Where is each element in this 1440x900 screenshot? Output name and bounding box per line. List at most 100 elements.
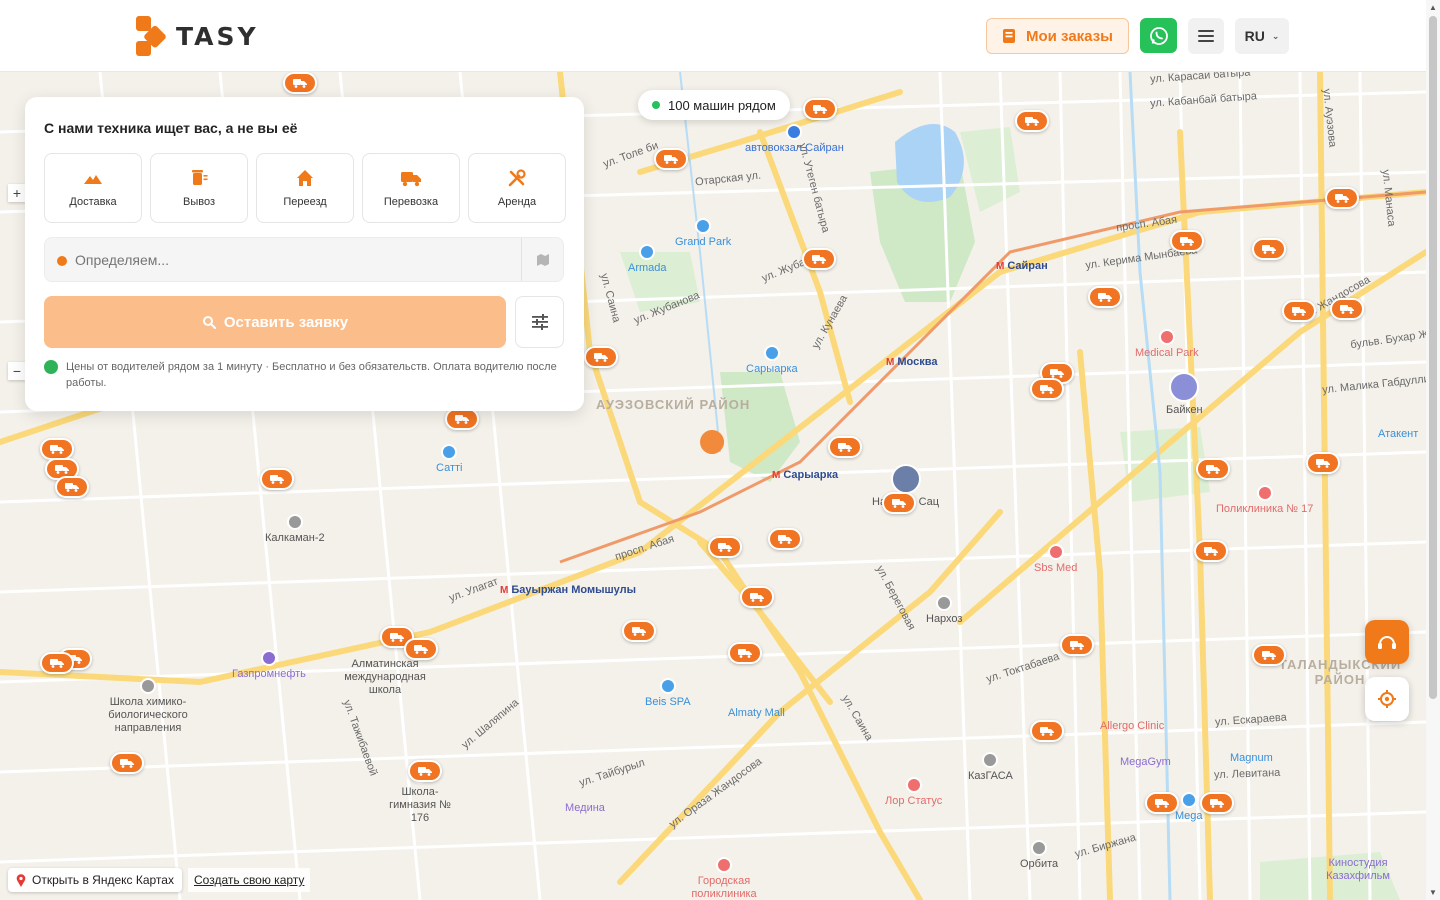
poi-clinic[interactable]: Медина <box>565 802 605 815</box>
locate-me-button[interactable] <box>1365 677 1409 721</box>
vehicle-marker[interactable] <box>1325 187 1359 209</box>
vehicle-marker[interactable] <box>740 586 774 608</box>
scrollbar-thumb[interactable] <box>1429 16 1437 699</box>
vehicle-marker[interactable] <box>584 346 618 368</box>
poi-school[interactable]: Алматинская международная школа <box>330 658 440 697</box>
truck-icon <box>1050 369 1064 378</box>
vehicle-marker[interactable] <box>768 528 802 550</box>
address-field[interactable] <box>44 237 564 282</box>
truck-icon <box>1292 307 1306 316</box>
vehicle-marker[interactable] <box>654 148 688 170</box>
address-input[interactable] <box>75 238 515 281</box>
vehicle-marker[interactable] <box>1200 792 1234 814</box>
vehicle-marker[interactable] <box>1194 540 1228 562</box>
poi-landmark[interactable]: Байкен <box>1166 372 1203 417</box>
metro-station[interactable]: Сарыарка <box>772 469 838 481</box>
poi-university[interactable]: КазГАСА <box>968 752 1013 783</box>
vehicle-marker[interactable] <box>1282 300 1316 322</box>
vehicle-marker[interactable] <box>110 752 144 774</box>
create-map-link[interactable]: Создать свою карту <box>188 868 311 892</box>
vehicle-marker[interactable] <box>40 438 74 460</box>
vehicle-marker[interactable] <box>40 652 74 674</box>
service-rental-button[interactable]: Аренда <box>468 153 566 223</box>
vehicle-marker[interactable] <box>882 492 916 514</box>
poi-mall[interactable]: Almaty Mall <box>728 707 785 720</box>
poi-expo[interactable]: Атакент <box>1378 428 1418 441</box>
truck-icon <box>55 465 69 474</box>
menu-button[interactable] <box>1188 18 1224 54</box>
service-delivery-button[interactable]: Доставка <box>44 153 142 223</box>
vehicle-marker[interactable] <box>1060 634 1094 656</box>
poi-clinic[interactable]: Medical Park <box>1135 329 1199 360</box>
vehicle-marker[interactable] <box>445 408 479 430</box>
poi-gym[interactable]: MegaGym <box>1120 756 1171 769</box>
vehicle-marker[interactable] <box>1030 378 1064 400</box>
pick-on-map-button[interactable] <box>521 238 563 281</box>
crosshair-icon <box>1378 690 1396 708</box>
metro-station[interactable]: Бауыржан Момышулы <box>500 584 636 596</box>
vehicle-marker[interactable] <box>802 248 836 270</box>
poi-spa[interactable]: Beis SPA <box>645 678 691 709</box>
truck-icon <box>50 445 64 454</box>
location-dot-icon <box>57 256 67 266</box>
service-transport-button[interactable]: Перевозка <box>362 153 460 223</box>
poi-mall[interactable]: Grand Park <box>675 218 731 249</box>
poi-clinic[interactable]: Лор Статус <box>885 777 942 808</box>
vehicle-marker[interactable] <box>708 536 742 558</box>
vehicle-marker[interactable] <box>803 98 837 120</box>
poi-clinic[interactable]: Городская поликлиника <box>688 857 760 900</box>
vehicle-marker[interactable] <box>55 476 89 498</box>
whatsapp-button[interactable] <box>1140 18 1177 53</box>
vehicle-marker[interactable] <box>1252 644 1286 666</box>
scroll-down-icon[interactable]: ▼ <box>1429 888 1437 897</box>
vehicle-marker[interactable] <box>404 638 438 660</box>
vehicle-marker[interactable] <box>728 642 762 664</box>
vehicle-marker[interactable] <box>1196 458 1230 480</box>
service-moving-button[interactable]: Переезд <box>256 153 354 223</box>
vehicle-marker[interactable] <box>1252 238 1286 260</box>
metro-station[interactable]: Москва <box>886 356 937 368</box>
zoom-out-button[interactable]: − <box>8 362 26 380</box>
street-label: ул. Левитана <box>1213 766 1281 782</box>
poi-store[interactable]: Magnum <box>1230 752 1273 765</box>
open-in-yandex-link[interactable]: Открыть в Яндекс Картах <box>8 868 182 892</box>
poi-mall[interactable]: Armada <box>628 244 667 275</box>
poi-clinic[interactable]: Поликлиника № 17 <box>1216 485 1313 516</box>
brand-logo[interactable]: TASY <box>136 16 259 56</box>
poi-store[interactable]: Сатті <box>436 444 462 475</box>
support-button[interactable] <box>1365 620 1409 664</box>
vehicle-marker[interactable] <box>1088 286 1122 308</box>
poi-clinic[interactable]: Allergo Clinic <box>1100 720 1164 733</box>
poi-clinic[interactable]: Sbs Med <box>1034 544 1077 575</box>
vehicle-marker[interactable] <box>828 436 862 458</box>
vehicle-marker[interactable] <box>622 620 656 642</box>
vehicle-marker[interactable] <box>1330 298 1364 320</box>
poi-school[interactable]: Школа химико-биологического направления <box>98 678 198 735</box>
language-selector[interactable]: RU ⌄ <box>1235 18 1289 54</box>
poi-mall[interactable]: Сарыарка <box>746 345 798 376</box>
vehicle-marker[interactable] <box>1015 110 1049 132</box>
vehicle-marker[interactable] <box>1306 452 1340 474</box>
zoom-in-button[interactable]: + <box>8 184 26 202</box>
scroll-up-icon[interactable]: ▲ <box>1429 3 1437 12</box>
page-scrollbar[interactable]: ▲ ▼ <box>1426 0 1440 900</box>
poi-mall[interactable]: Mega <box>1175 792 1203 823</box>
my-orders-button[interactable]: Мои заказы <box>986 18 1129 54</box>
order-panel: С нами техника ищет вас, а не вы её Дост… <box>25 97 584 411</box>
vehicle-marker[interactable] <box>283 72 317 94</box>
poi-district[interactable]: Калкаман-2 <box>265 514 325 545</box>
metro-station[interactable]: Сайран <box>996 260 1047 272</box>
vehicle-marker[interactable] <box>408 760 442 782</box>
service-removal-button[interactable]: Вывоз <box>150 153 248 223</box>
poi-bus-station[interactable]: автовокзал Сайран <box>745 124 844 155</box>
poi-studio[interactable]: Киностудия Казахфильм <box>1310 857 1406 883</box>
poi-gas-station[interactable]: Газпромнефть <box>232 650 306 681</box>
poi-university[interactable]: Нархоз <box>926 595 962 626</box>
vehicle-marker[interactable] <box>1170 230 1204 252</box>
vehicle-marker[interactable] <box>260 468 294 490</box>
filters-button[interactable] <box>515 296 564 348</box>
vehicle-marker[interactable] <box>1145 792 1179 814</box>
poi-district[interactable]: Орбита <box>1020 840 1058 871</box>
vehicle-marker[interactable] <box>1030 720 1064 742</box>
submit-request-button[interactable]: Оставить заявку <box>44 296 506 348</box>
